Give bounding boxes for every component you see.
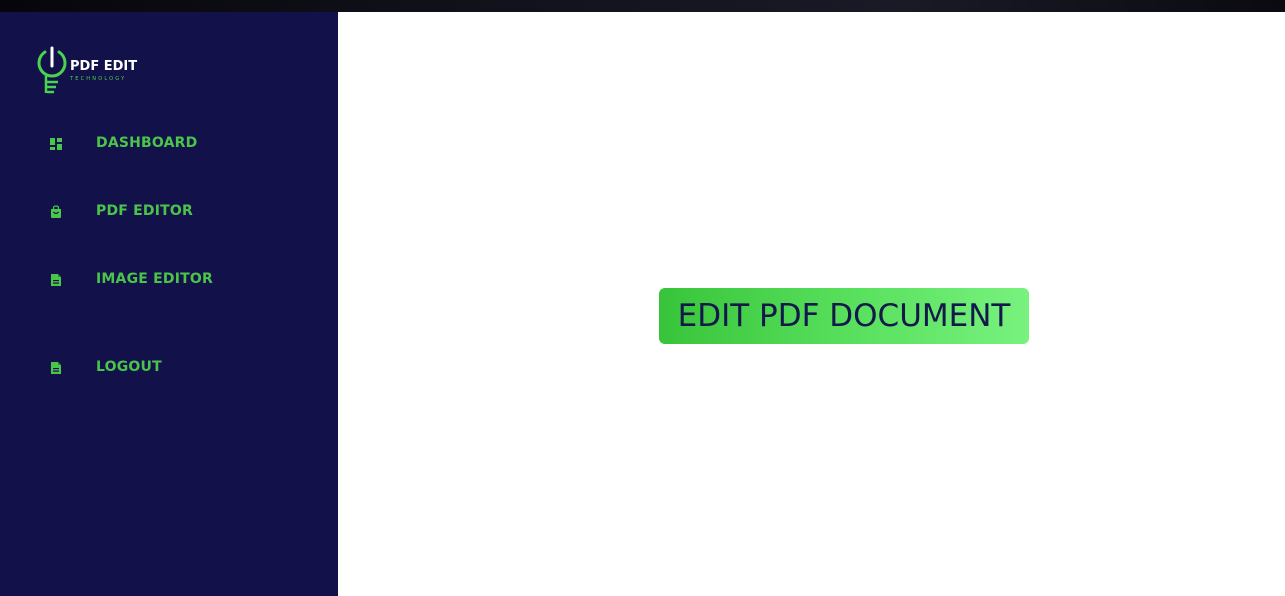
sidebar-item-label: IMAGE EDITOR	[96, 271, 213, 287]
sidebar-item-pdf-editor[interactable]: PDF EDITOR	[48, 202, 193, 222]
power-bulb-icon	[37, 46, 67, 94]
logo-title: PDF EDIT	[70, 59, 138, 74]
logo[interactable]: PDF EDIT TECHNOLOGY	[34, 46, 144, 98]
document-icon	[48, 272, 64, 288]
edit-pdf-document-button[interactable]: EDIT PDF DOCUMENT	[659, 288, 1029, 344]
top-bar	[0, 0, 1285, 12]
sidebar-item-image-editor[interactable]: IMAGE EDITOR	[48, 270, 213, 290]
sidebar-item-label: PDF EDITOR	[96, 203, 193, 219]
bag-icon	[48, 204, 64, 220]
sidebar-item-logout[interactable]: LOGOUT	[48, 358, 162, 378]
document-icon	[48, 360, 64, 376]
sidebar-item-label: LOGOUT	[96, 359, 162, 375]
sidebar: PDF EDIT TECHNOLOGY DASHBOARD PDF EDITOR	[0, 12, 338, 596]
main-content: EDIT PDF DOCUMENT	[338, 12, 1285, 596]
sidebar-item-label: DASHBOARD	[96, 135, 198, 151]
dashboard-icon	[48, 136, 64, 152]
sidebar-item-dashboard[interactable]: DASHBOARD	[48, 134, 197, 154]
logo-subtitle: TECHNOLOGY	[70, 76, 127, 82]
